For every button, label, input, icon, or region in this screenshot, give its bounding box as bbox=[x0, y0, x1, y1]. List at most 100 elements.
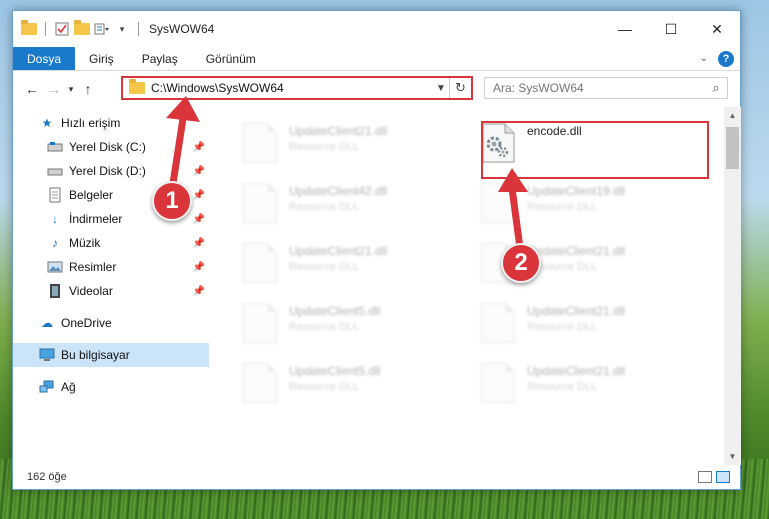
sidebar-item-label: Hızlı erişim bbox=[61, 116, 121, 130]
tab-share[interactable]: Paylaş bbox=[128, 47, 192, 70]
sidebar-item-music[interactable]: ♪ Müzik 📌 bbox=[13, 231, 209, 255]
file-name: UpdateClient5.dll bbox=[289, 364, 381, 378]
customize-toolbar-icon[interactable] bbox=[94, 21, 110, 37]
details-view-icon[interactable] bbox=[698, 471, 712, 483]
sidebar-item-label: Videolar bbox=[69, 284, 113, 298]
explorer-window: ▾ SysWOW64 — ☐ ✕ Dosya Giriş Paylaş Görü… bbox=[12, 10, 741, 490]
download-icon: ↓ bbox=[52, 212, 58, 226]
properties-icon[interactable] bbox=[54, 21, 70, 37]
search-icon[interactable]: ⌕ bbox=[705, 80, 727, 96]
file-description: Resource DLL bbox=[527, 381, 598, 393]
drive-icon bbox=[47, 163, 63, 179]
file-description: Resource DLL bbox=[289, 381, 360, 393]
folder-icon bbox=[21, 20, 37, 37]
forward-arrow-icon[interactable]: → bbox=[43, 81, 65, 97]
list-item[interactable]: UpdateClient21.dll Resource DLL bbox=[243, 243, 443, 293]
pin-icon[interactable]: 📌 bbox=[193, 286, 205, 297]
dll-file-icon bbox=[243, 183, 277, 223]
pin-icon[interactable]: 📌 bbox=[193, 262, 205, 273]
refresh-icon[interactable]: ↻ bbox=[449, 78, 471, 98]
sidebar-item-label: Resimler bbox=[69, 260, 117, 274]
pin-icon[interactable]: 📌 bbox=[193, 214, 205, 225]
file-name: UpdateClient21.dll bbox=[527, 244, 626, 258]
sidebar-item-pictures[interactable]: Resimler 📌 bbox=[13, 255, 209, 279]
list-item[interactable]: UpdateClient5.dll Resource DLL bbox=[243, 363, 443, 413]
file-name: UpdateClient19.dll bbox=[527, 184, 626, 198]
file-description: Resource DLL bbox=[289, 141, 360, 153]
file-description: Resource DLL bbox=[527, 201, 598, 213]
file-description: Resource DLL bbox=[289, 261, 360, 273]
list-item[interactable]: UpdateClient5.dll Resource DLL bbox=[243, 303, 443, 353]
file-list: UpdateClient21.dll Resource DLL UpdateCli… bbox=[219, 107, 724, 465]
scroll-down-icon[interactable]: ▼ bbox=[724, 448, 741, 465]
list-item[interactable]: UpdateClient21.dll Resource DLL bbox=[481, 303, 681, 353]
sidebar-item-label: İndirmeler bbox=[69, 212, 123, 226]
pin-icon[interactable]: 📌 bbox=[193, 238, 205, 249]
star-icon: ★ bbox=[41, 116, 53, 130]
highlight-box-file bbox=[481, 121, 709, 179]
address-path[interactable]: C:\Windows\SysWOW64 bbox=[151, 81, 433, 95]
chevron-down-icon[interactable]: ▼ bbox=[433, 83, 449, 94]
sidebar-item-label: Ağ bbox=[61, 380, 76, 394]
address-bar[interactable]: C:\Windows\SysWOW64 ▼ ↻ bbox=[121, 76, 473, 100]
sidebar-item-drive-d[interactable]: Yerel Disk (D:) 📌 bbox=[13, 159, 209, 183]
status-bar: 162 öğe bbox=[13, 465, 740, 489]
list-item[interactable]: UpdateClient21.dll Resource DLL bbox=[243, 123, 443, 173]
list-item[interactable]: UpdateClient19.dll Resource DLL bbox=[481, 183, 681, 233]
scroll-up-icon[interactable]: ▲ bbox=[724, 107, 741, 124]
recent-locations-chevron-icon[interactable]: ▾ bbox=[65, 84, 77, 95]
folder-icon bbox=[129, 79, 145, 94]
sidebar-item-onedrive[interactable]: ☁ OneDrive bbox=[13, 311, 209, 335]
close-button[interactable]: ✕ bbox=[694, 11, 740, 47]
music-icon: ♪ bbox=[52, 236, 58, 250]
tab-file[interactable]: Dosya bbox=[13, 47, 76, 70]
help-icon[interactable]: ? bbox=[718, 50, 734, 67]
navigation-pane: ★ Hızlı erişim Yerel Disk (C:) 📌 Yerel D… bbox=[13, 111, 209, 466]
video-icon bbox=[47, 283, 63, 299]
search-box[interactable]: ⌕ bbox=[484, 77, 728, 99]
sidebar-item-drive-c[interactable]: Yerel Disk (C:) 📌 bbox=[13, 135, 209, 159]
file-name: UpdateClient21.dll bbox=[527, 304, 626, 318]
new-folder-icon[interactable] bbox=[74, 20, 90, 37]
dll-file-icon bbox=[243, 243, 277, 283]
list-item[interactable]: UpdateClient42.dll Resource DLL bbox=[243, 183, 443, 233]
window-controls: — ☐ ✕ bbox=[602, 11, 740, 47]
divider bbox=[138, 22, 139, 36]
search-input[interactable] bbox=[493, 81, 705, 95]
up-arrow-icon[interactable]: ↑ bbox=[77, 81, 99, 97]
divider bbox=[45, 22, 46, 36]
dll-file-icon bbox=[481, 363, 515, 403]
file-name: UpdateClient5.dll bbox=[289, 304, 381, 318]
pin-icon[interactable]: 📌 bbox=[193, 166, 205, 177]
file-description: Resource DLL bbox=[527, 321, 598, 333]
dll-file-icon bbox=[481, 303, 515, 343]
computer-icon bbox=[39, 347, 55, 363]
minimize-button[interactable]: — bbox=[602, 11, 648, 47]
file-name: UpdateClient21.dll bbox=[527, 364, 626, 378]
vertical-scrollbar[interactable]: ▲ ▼ bbox=[724, 107, 741, 465]
chevron-down-icon[interactable]: ⌄ bbox=[700, 53, 708, 64]
sidebar-item-this-pc[interactable]: Bu bilgisayar bbox=[13, 343, 209, 367]
chevron-down-icon[interactable]: ▾ bbox=[114, 21, 130, 37]
cloud-icon: ☁ bbox=[41, 316, 53, 330]
maximize-button[interactable]: ☐ bbox=[648, 11, 694, 47]
view-toggle bbox=[698, 471, 740, 483]
file-name: UpdateClient42.dll bbox=[289, 184, 388, 198]
file-description: Resource DLL bbox=[289, 321, 360, 333]
scroll-thumb[interactable] bbox=[726, 127, 739, 169]
sidebar-item-label: Belgeler bbox=[69, 188, 114, 202]
address-row: ← → ▾ ↑ C:\Windows\SysWOW64 ▼ ↻ ⌕ bbox=[13, 72, 740, 106]
tab-view[interactable]: Görünüm bbox=[192, 47, 270, 70]
sidebar-item-label: Yerel Disk (D:) bbox=[69, 164, 146, 178]
pin-icon[interactable]: 📌 bbox=[193, 190, 205, 201]
item-count: 162 öğe bbox=[27, 471, 67, 483]
pin-icon[interactable]: 📌 bbox=[193, 142, 205, 153]
pictures-icon bbox=[47, 259, 63, 275]
list-item[interactable]: UpdateClient21.dll Resource DLL bbox=[481, 363, 681, 413]
sidebar-item-videos[interactable]: Videolar 📌 bbox=[13, 279, 209, 303]
tiles-view-icon[interactable] bbox=[716, 471, 730, 483]
back-arrow-icon[interactable]: ← bbox=[21, 81, 43, 97]
sidebar-item-network[interactable]: Ağ bbox=[13, 375, 209, 399]
tab-home[interactable]: Giriş bbox=[75, 47, 128, 70]
sidebar-item-quick-access[interactable]: ★ Hızlı erişim bbox=[13, 111, 209, 135]
